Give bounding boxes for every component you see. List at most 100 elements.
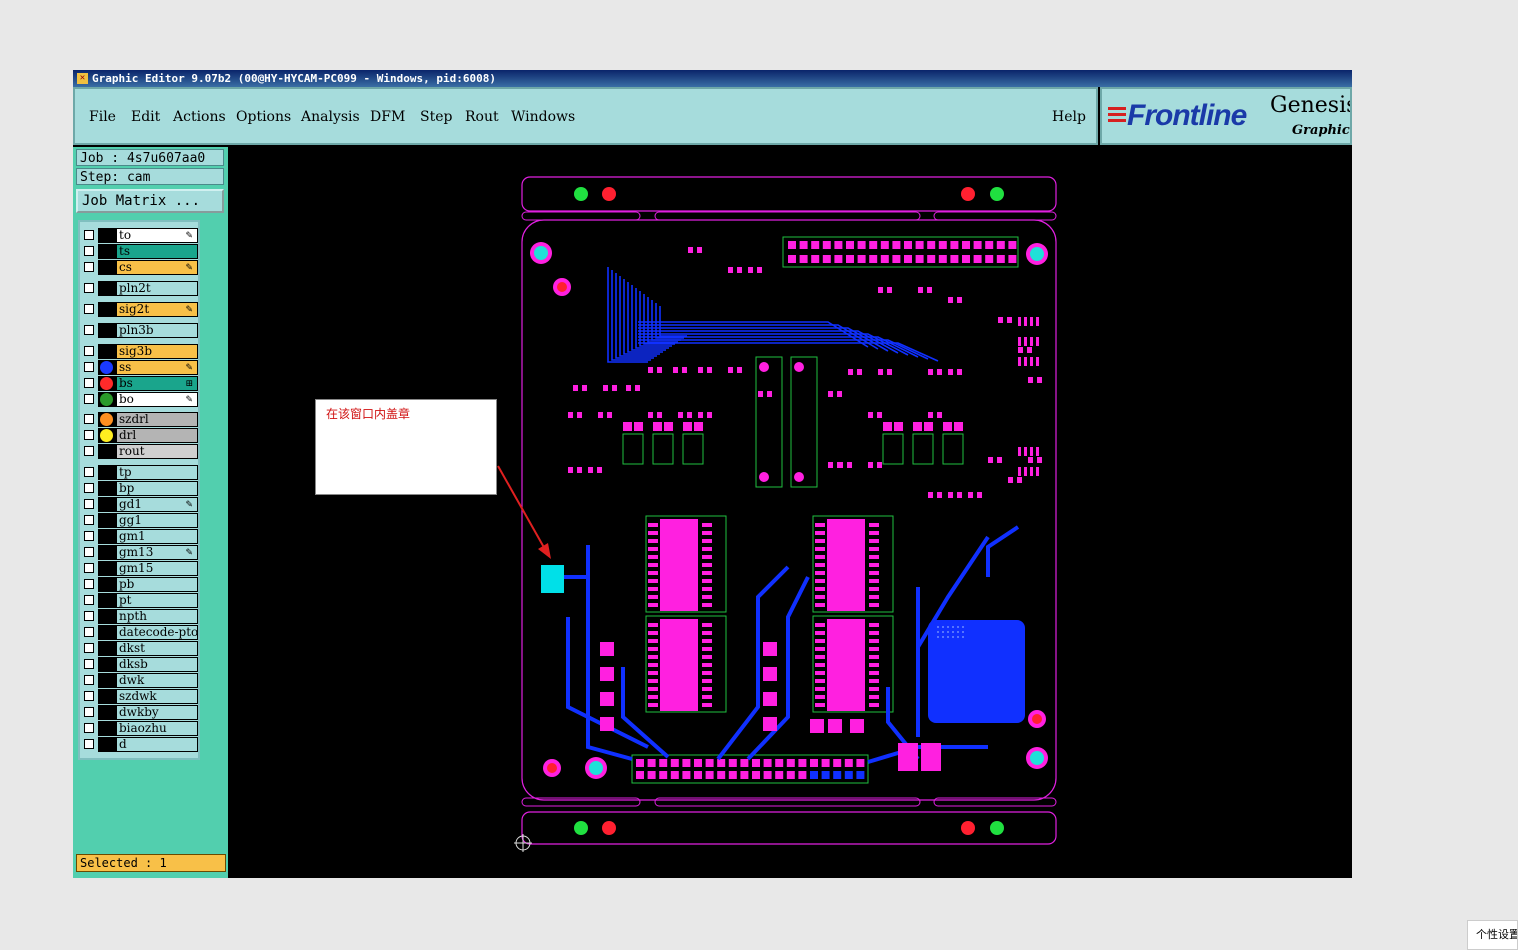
- layer-row-szdrl[interactable]: szdrl: [82, 412, 198, 427]
- layer-row-gd1[interactable]: gd1 ✎: [82, 497, 198, 512]
- layer-checkbox[interactable]: [84, 446, 94, 456]
- layer-row-cs[interactable]: cs ✎: [82, 260, 198, 275]
- layer-checkbox[interactable]: [84, 467, 94, 477]
- layer-name[interactable]: d: [116, 737, 198, 752]
- layer-row-pb[interactable]: pb: [82, 577, 198, 592]
- layer-name[interactable]: bp: [116, 481, 198, 496]
- layer-row-rout[interactable]: rout: [82, 444, 198, 459]
- layer-row-pt[interactable]: pt: [82, 593, 198, 608]
- layer-checkbox[interactable]: [84, 499, 94, 509]
- menu-edit[interactable]: Edit: [131, 109, 160, 125]
- menu-dfm[interactable]: DFM: [370, 109, 405, 125]
- layer-checkbox[interactable]: [84, 246, 94, 256]
- layer-name[interactable]: sig2t ✎: [116, 302, 198, 317]
- menu-step[interactable]: Step: [420, 109, 452, 125]
- layer-row-to[interactable]: to ✎: [82, 228, 198, 243]
- layer-checkbox[interactable]: [84, 430, 94, 440]
- menu-rout[interactable]: Rout: [465, 109, 499, 125]
- layer-row-pln2t[interactable]: pln2t: [82, 281, 198, 296]
- layer-name[interactable]: dwkby: [116, 705, 198, 720]
- layer-name[interactable]: tp: [116, 465, 198, 480]
- layer-checkbox[interactable]: [84, 325, 94, 335]
- layer-name[interactable]: gm13 ✎: [116, 545, 198, 560]
- layer-checkbox[interactable]: [84, 595, 94, 605]
- layer-name[interactable]: sig3b: [116, 344, 198, 359]
- layer-checkbox[interactable]: [84, 643, 94, 653]
- layer-name[interactable]: dksb: [116, 657, 198, 672]
- layer-row-drl[interactable]: drl: [82, 428, 198, 443]
- layer-name[interactable]: pb: [116, 577, 198, 592]
- layer-checkbox[interactable]: [84, 531, 94, 541]
- layer-name[interactable]: szdwk: [116, 689, 198, 704]
- layer-row-biaozhu[interactable]: biaozhu: [82, 721, 198, 736]
- layer-name[interactable]: datecode-pto: [116, 625, 198, 640]
- menu-analysis[interactable]: Analysis: [301, 109, 360, 125]
- layer-row-dwk[interactable]: dwk: [82, 673, 198, 688]
- layer-row-gm15[interactable]: gm15: [82, 561, 198, 576]
- layer-name[interactable]: dkst: [116, 641, 198, 656]
- layer-checkbox[interactable]: [84, 691, 94, 701]
- layer-row-dwkby[interactable]: dwkby: [82, 705, 198, 720]
- layer-name[interactable]: npth: [116, 609, 198, 624]
- layer-name[interactable]: bs ⊞: [116, 376, 198, 391]
- layer-row-dksb[interactable]: dksb: [82, 657, 198, 672]
- menu-actions[interactable]: Actions: [173, 109, 226, 125]
- layer-row-datecode-pto[interactable]: datecode-pto: [82, 625, 198, 640]
- layer-name[interactable]: gd1 ✎: [116, 497, 198, 512]
- layer-checkbox[interactable]: [84, 723, 94, 733]
- layer-checkbox[interactable]: [84, 362, 94, 372]
- layer-name[interactable]: cs ✎: [116, 260, 198, 275]
- layer-checkbox[interactable]: [84, 579, 94, 589]
- job-matrix-button[interactable]: Job Matrix ...: [76, 189, 224, 213]
- layer-checkbox[interactable]: [84, 563, 94, 573]
- layer-name[interactable]: pln2t: [116, 281, 198, 296]
- layer-checkbox[interactable]: [84, 707, 94, 717]
- layer-row-tp[interactable]: tp: [82, 465, 198, 480]
- layer-name[interactable]: szdrl: [116, 412, 198, 427]
- layer-row-gm13[interactable]: gm13 ✎: [82, 545, 198, 560]
- layer-name[interactable]: ss ✎: [116, 360, 198, 375]
- layer-row-ss[interactable]: ss ✎: [82, 360, 198, 375]
- menu-file[interactable]: File: [89, 109, 116, 125]
- layer-name[interactable]: gg1: [116, 513, 198, 528]
- layer-row-bo[interactable]: bo ✎: [82, 392, 198, 407]
- layer-name[interactable]: gm15: [116, 561, 198, 576]
- layer-row-npth[interactable]: npth: [82, 609, 198, 624]
- taskbar-corner[interactable]: 个性设置: [1467, 920, 1518, 950]
- layer-row-bp[interactable]: bp: [82, 481, 198, 496]
- layer-checkbox[interactable]: [84, 304, 94, 314]
- layer-row-sig2t[interactable]: sig2t ✎: [82, 302, 198, 317]
- layer-checkbox[interactable]: [84, 230, 94, 240]
- layer-checkbox[interactable]: [84, 515, 94, 525]
- layer-row-pln3b[interactable]: pln3b: [82, 323, 198, 338]
- layer-row-ts[interactable]: ts: [82, 244, 198, 259]
- graphic-canvas[interactable]: 在该窗口内盖章: [228, 147, 1352, 878]
- layer-name[interactable]: pln3b: [116, 323, 198, 338]
- layer-checkbox[interactable]: [84, 283, 94, 293]
- layer-name[interactable]: dwk: [116, 673, 198, 688]
- layer-row-sig3b[interactable]: sig3b: [82, 344, 198, 359]
- layer-row-gg1[interactable]: gg1: [82, 513, 198, 528]
- layer-checkbox[interactable]: [84, 547, 94, 557]
- layer-checkbox[interactable]: [84, 394, 94, 404]
- layer-checkbox[interactable]: [84, 378, 94, 388]
- layer-checkbox[interactable]: [84, 414, 94, 424]
- layer-name[interactable]: pt: [116, 593, 198, 608]
- menu-help[interactable]: Help: [1052, 109, 1086, 125]
- layer-name[interactable]: to ✎: [116, 228, 198, 243]
- layer-row-d[interactable]: d: [82, 737, 198, 752]
- layer-checkbox[interactable]: [84, 739, 94, 749]
- menu-windows[interactable]: Windows: [511, 109, 575, 125]
- layer-checkbox[interactable]: [84, 627, 94, 637]
- layer-checkbox[interactable]: [84, 659, 94, 669]
- layer-row-gm1[interactable]: gm1: [82, 529, 198, 544]
- layer-row-dkst[interactable]: dkst: [82, 641, 198, 656]
- layer-name[interactable]: ts: [116, 244, 198, 259]
- menu-options[interactable]: Options: [236, 109, 291, 125]
- layer-name[interactable]: gm1: [116, 529, 198, 544]
- layer-name[interactable]: biaozhu: [116, 721, 198, 736]
- layer-name[interactable]: bo ✎: [116, 392, 198, 407]
- layer-name[interactable]: rout: [116, 444, 198, 459]
- layer-checkbox[interactable]: [84, 346, 94, 356]
- layer-checkbox[interactable]: [84, 611, 94, 621]
